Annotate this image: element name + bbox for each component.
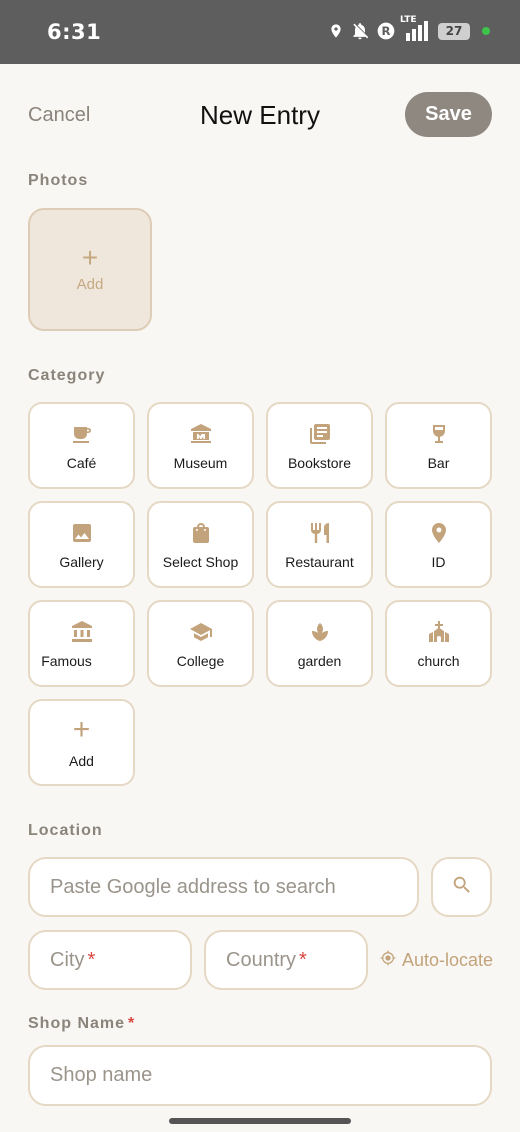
bell-off-icon	[350, 21, 370, 41]
category-label: Museum	[173, 454, 228, 471]
plus-icon: +	[72, 712, 91, 746]
shop-name-placeholder: Shop name	[50, 1064, 153, 1086]
photos-section-label: Photos	[28, 172, 89, 189]
graduation-cap-icon	[188, 619, 214, 645]
status-icons: R LTE 27	[328, 15, 490, 41]
save-button[interactable]: Save	[405, 92, 492, 137]
category-label: Famous	[41, 652, 92, 669]
category-gallery[interactable]: Gallery	[28, 501, 135, 588]
category-label: Café	[66, 454, 97, 471]
shop-name-section-label: Shop Name *	[28, 1015, 135, 1033]
required-mark: *	[87, 948, 96, 971]
city-placeholder: City	[50, 948, 85, 971]
network-type: LTE	[400, 15, 417, 25]
add-category-button[interactable]: + Add	[28, 699, 135, 786]
category-college[interactable]: College	[147, 600, 254, 687]
category-bar[interactable]: Bar	[385, 402, 492, 489]
museum-icon	[188, 421, 214, 447]
cafe-icon	[69, 421, 95, 447]
privacy-dot	[482, 27, 490, 35]
plant-icon	[307, 619, 333, 645]
shop-name-field[interactable]: Shop name	[28, 1045, 492, 1106]
category-garden[interactable]: garden	[266, 600, 373, 687]
crosshair-icon	[380, 950, 396, 971]
church-icon	[426, 619, 452, 645]
status-bar: 6:31 R LTE 27	[0, 0, 520, 64]
bank-icon	[69, 619, 95, 645]
address-search-input[interactable]: Paste Google address to search	[28, 857, 419, 917]
category-id[interactable]: ID	[385, 501, 492, 588]
address-search-placeholder: Paste Google address to search	[50, 875, 336, 898]
category-section-label: Category	[28, 367, 106, 384]
city-field[interactable]: City *	[28, 930, 192, 990]
category-label: ID	[431, 553, 446, 570]
add-photo-button[interactable]: + Add	[28, 208, 152, 331]
svg-text:R: R	[382, 24, 391, 38]
auto-locate-button[interactable]: Auto-locate	[380, 950, 493, 971]
shopping-bag-icon	[188, 520, 214, 546]
category-label: church	[417, 652, 460, 669]
plus-icon: +	[81, 242, 99, 273]
category-label: Bookstore	[287, 454, 352, 471]
search-icon	[451, 874, 473, 901]
battery-icon: 27	[438, 22, 470, 40]
category-label: Gallery	[59, 553, 104, 570]
r-badge-icon: R	[376, 21, 396, 41]
country-placeholder: Country	[226, 948, 297, 971]
category-select-shop[interactable]: Select Shop	[147, 501, 254, 588]
category-label: garden	[297, 652, 342, 669]
category-church[interactable]: church	[385, 600, 492, 687]
country-field[interactable]: Country *	[204, 930, 368, 990]
category-museum[interactable]: Museum	[147, 402, 254, 489]
wine-glass-icon	[426, 421, 452, 447]
auto-locate-label: Auto-locate	[402, 950, 494, 970]
required-mark: *	[128, 1015, 136, 1032]
location-icon	[328, 21, 344, 41]
category-bookstore[interactable]: Bookstore	[266, 402, 373, 489]
category-label: Bar	[427, 454, 450, 471]
header: Cancel New Entry Save	[0, 64, 520, 164]
location-section-label: Location	[28, 822, 103, 839]
category-restaurant[interactable]: Restaurant	[266, 501, 373, 588]
status-time: 6:31	[47, 20, 102, 44]
shop-name-label: Shop Name	[28, 1015, 126, 1032]
home-indicator[interactable]	[169, 1118, 351, 1124]
location-pin-icon	[426, 520, 452, 546]
category-famous[interactable]: Famous	[28, 600, 135, 687]
add-photo-label: Add	[76, 276, 104, 293]
category-label: College	[176, 652, 225, 669]
restaurant-icon	[307, 520, 333, 546]
search-button[interactable]	[431, 857, 492, 917]
image-icon	[69, 520, 95, 546]
add-category-label: Add	[69, 752, 94, 769]
category-cafe[interactable]: Café	[28, 402, 135, 489]
book-icon	[307, 421, 333, 447]
required-mark: *	[299, 948, 307, 971]
signal-icon: LTE	[400, 15, 432, 41]
category-label: Select Shop	[162, 553, 239, 570]
category-label: Restaurant	[285, 553, 354, 570]
